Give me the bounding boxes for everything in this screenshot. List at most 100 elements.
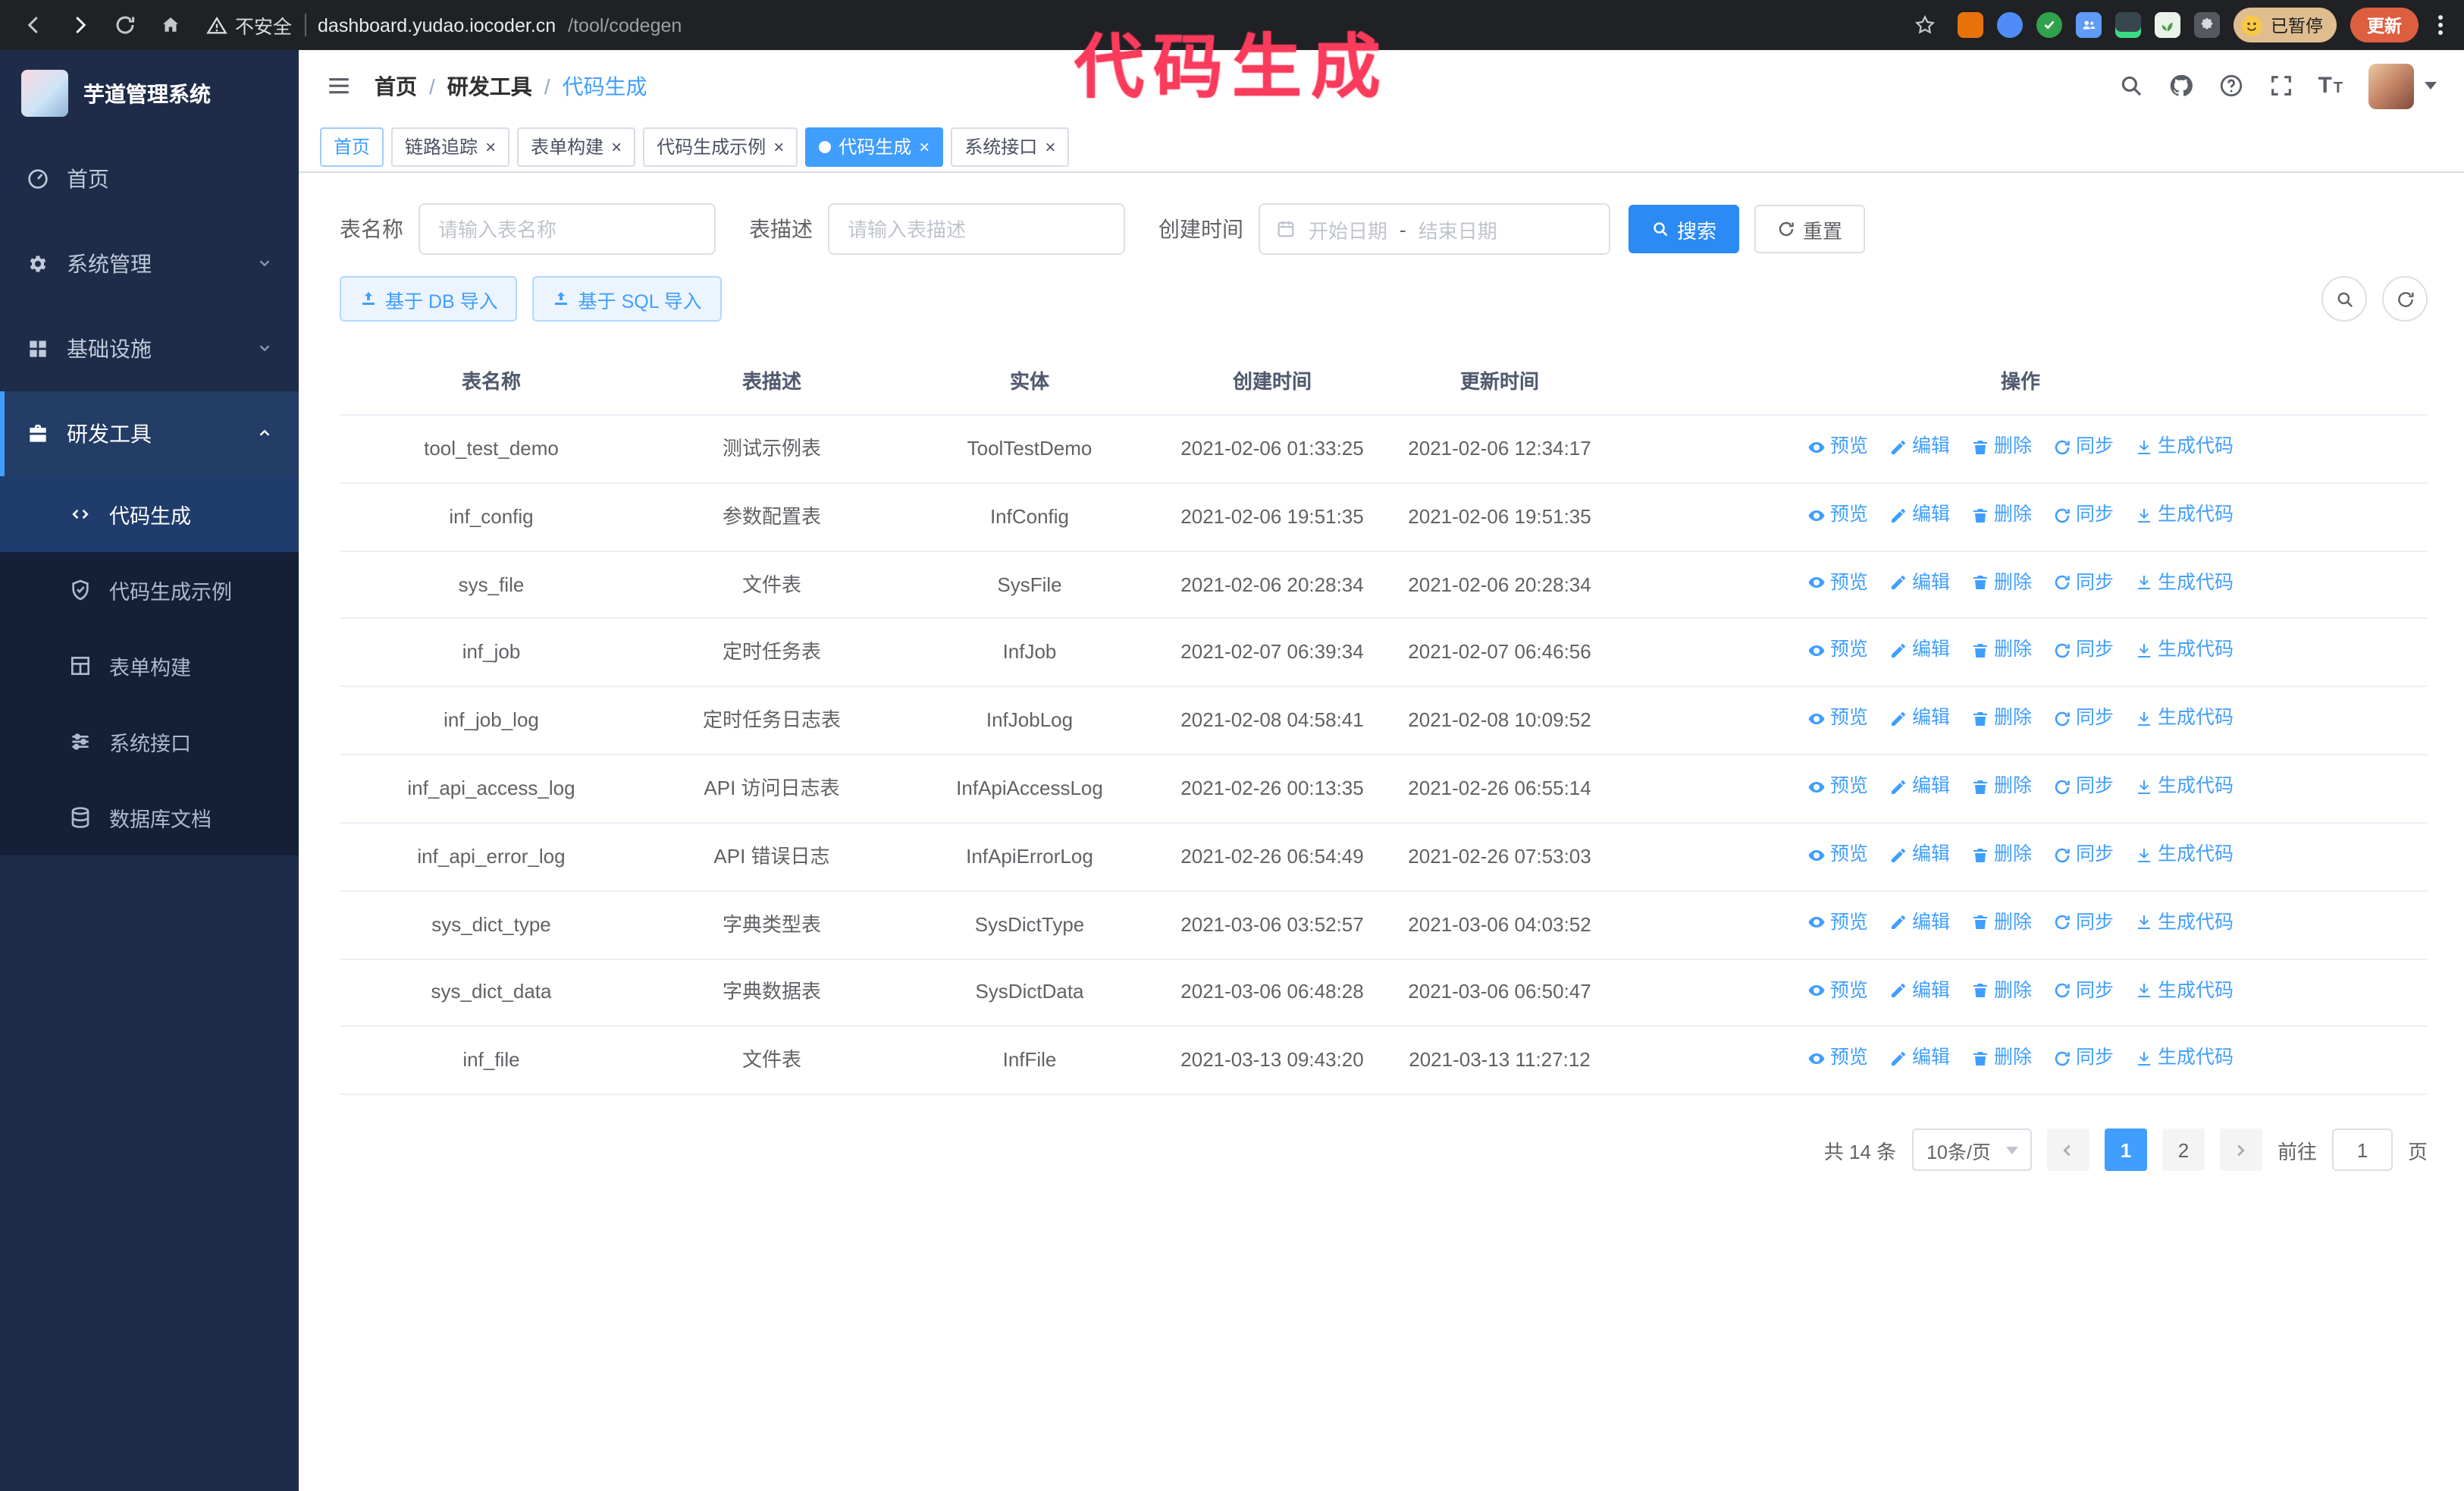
extension-icon[interactable] — [2154, 12, 2180, 38]
generate-code-link[interactable]: 生成代码 — [2135, 568, 2234, 598]
tab-trace[interactable]: 链路追踪 × — [391, 127, 510, 166]
bookmark-star-icon[interactable] — [1907, 7, 1943, 43]
tab-codegen-example[interactable]: 代码生成示例 × — [643, 127, 798, 166]
delete-link[interactable]: 删除 — [1971, 840, 2032, 870]
security-indicator[interactable]: 不安全 — [206, 11, 292, 39]
edit-link[interactable]: 编辑 — [1889, 909, 1950, 938]
sidebar-item-infrastructure[interactable]: 基础设施 — [0, 306, 299, 391]
address-bar[interactable]: 不安全 dashboard.yudao.iocoder.cn/tool/code… — [206, 11, 1898, 39]
next-page-button[interactable] — [2219, 1128, 2262, 1172]
sidebar-item-dev-tools[interactable]: 研发工具 — [0, 391, 299, 476]
hamburger-icon[interactable] — [326, 73, 352, 99]
delete-link[interactable]: 删除 — [1971, 976, 2032, 1006]
page-button-1[interactable]: 1 — [2104, 1128, 2147, 1172]
help-icon[interactable] — [2218, 73, 2243, 99]
page-size-select[interactable]: 10条/页 — [1911, 1128, 2032, 1172]
search-button[interactable]: 搜索 — [1629, 205, 1740, 253]
back-icon[interactable] — [15, 7, 52, 43]
delete-link[interactable]: 删除 — [1971, 772, 2032, 802]
tab-form-builder[interactable]: 表单构建 × — [517, 127, 636, 166]
extension-icon[interactable] — [1996, 12, 2022, 38]
sidebar-item-db-doc[interactable]: 数据库文档 — [0, 780, 299, 855]
date-range-picker[interactable]: 开始日期 - 结束日期 — [1259, 203, 1610, 255]
sidebar-item-form-builder[interactable]: 表单构建 — [0, 628, 299, 704]
search-icon[interactable] — [2118, 73, 2143, 99]
tab-system-api[interactable]: 系统接口 × — [951, 127, 1070, 166]
generate-code-link[interactable]: 生成代码 — [2135, 432, 2234, 462]
close-icon[interactable]: × — [773, 137, 784, 155]
home-icon[interactable] — [152, 7, 188, 43]
extensions-puzzle-icon[interactable] — [2193, 12, 2219, 38]
close-icon[interactable]: × — [611, 137, 622, 155]
edit-link[interactable]: 编辑 — [1889, 705, 1950, 734]
delete-link[interactable]: 删除 — [1971, 568, 2032, 598]
fullscreen-icon[interactable] — [2268, 73, 2293, 99]
preview-link[interactable]: 预览 — [1807, 840, 1868, 870]
browser-menu-icon[interactable] — [2432, 15, 2449, 35]
edit-link[interactable]: 编辑 — [1889, 976, 1950, 1006]
sync-link[interactable]: 同步 — [2053, 1044, 2114, 1074]
preview-link[interactable]: 预览 — [1807, 705, 1868, 734]
reload-icon[interactable] — [106, 7, 143, 43]
edit-link[interactable]: 编辑 — [1889, 772, 1950, 802]
generate-code-link[interactable]: 生成代码 — [2135, 501, 2234, 530]
browser-update-button[interactable]: 更新 — [2350, 8, 2419, 42]
edit-link[interactable]: 编辑 — [1889, 568, 1950, 598]
preview-link[interactable]: 预览 — [1807, 976, 1868, 1006]
edit-link[interactable]: 编辑 — [1889, 840, 1950, 870]
preview-link[interactable]: 预览 — [1807, 772, 1868, 802]
sidebar-item-codegen[interactable]: 代码生成 — [0, 476, 299, 552]
generate-code-link[interactable]: 生成代码 — [2135, 636, 2234, 666]
preview-link[interactable]: 预览 — [1807, 432, 1868, 462]
tab-home[interactable]: 首页 — [320, 127, 384, 166]
github-icon[interactable] — [2168, 73, 2193, 99]
generate-code-link[interactable]: 生成代码 — [2135, 772, 2234, 802]
sync-link[interactable]: 同步 — [2053, 636, 2114, 666]
delete-link[interactable]: 删除 — [1971, 636, 2032, 666]
sync-link[interactable]: 同步 — [2053, 909, 2114, 938]
font-size-icon[interactable]: TT — [2318, 73, 2344, 99]
edit-link[interactable]: 编辑 — [1889, 432, 1950, 462]
close-icon[interactable]: × — [1045, 137, 1055, 155]
delete-link[interactable]: 删除 — [1971, 909, 2032, 938]
extension-icon[interactable] — [2075, 12, 2101, 38]
table-name-input[interactable] — [419, 203, 716, 255]
import-sql-button[interactable]: 基于 SQL 导入 — [532, 276, 722, 322]
close-icon[interactable]: × — [919, 137, 929, 155]
sidebar-item-codegen-example[interactable]: 代码生成示例 — [0, 552, 299, 628]
breadcrumb-dev-tools[interactable]: 研发工具 — [447, 71, 532, 101]
preview-link[interactable]: 预览 — [1807, 636, 1868, 666]
forward-icon[interactable] — [61, 7, 97, 43]
sync-link[interactable]: 同步 — [2053, 772, 2114, 802]
generate-code-link[interactable]: 生成代码 — [2135, 909, 2234, 938]
sync-link[interactable]: 同步 — [2053, 568, 2114, 598]
generate-code-link[interactable]: 生成代码 — [2135, 976, 2234, 1006]
sync-link[interactable]: 同步 — [2053, 432, 2114, 462]
toggle-search-button[interactable] — [2321, 276, 2367, 322]
delete-link[interactable]: 删除 — [1971, 705, 2032, 734]
generate-code-link[interactable]: 生成代码 — [2135, 840, 2234, 870]
profile-chip[interactable]: 已暂停 — [2233, 8, 2337, 42]
sync-link[interactable]: 同步 — [2053, 705, 2114, 734]
delete-link[interactable]: 删除 — [1971, 432, 2032, 462]
breadcrumb-home[interactable]: 首页 — [375, 71, 417, 101]
edit-link[interactable]: 编辑 — [1889, 636, 1950, 666]
delete-link[interactable]: 删除 — [1971, 501, 2032, 530]
user-menu[interactable] — [2368, 63, 2437, 108]
goto-page-input[interactable] — [2331, 1128, 2393, 1172]
refresh-table-button[interactable] — [2382, 276, 2428, 322]
extension-icon[interactable] — [2036, 12, 2061, 38]
preview-link[interactable]: 预览 — [1807, 501, 1868, 530]
reset-button[interactable]: 重置 — [1754, 205, 1866, 253]
sync-link[interactable]: 同步 — [2053, 976, 2114, 1006]
delete-link[interactable]: 删除 — [1971, 1044, 2032, 1074]
generate-code-link[interactable]: 生成代码 — [2135, 705, 2234, 734]
table-desc-input[interactable] — [828, 203, 1125, 255]
sidebar-item-system-management[interactable]: 系统管理 — [0, 221, 299, 306]
preview-link[interactable]: 预览 — [1807, 909, 1868, 938]
generate-code-link[interactable]: 生成代码 — [2135, 1044, 2234, 1074]
sidebar-item-home[interactable]: 首页 — [0, 137, 299, 221]
edit-link[interactable]: 编辑 — [1889, 501, 1950, 530]
sync-link[interactable]: 同步 — [2053, 840, 2114, 870]
import-db-button[interactable]: 基于 DB 导入 — [340, 276, 518, 322]
